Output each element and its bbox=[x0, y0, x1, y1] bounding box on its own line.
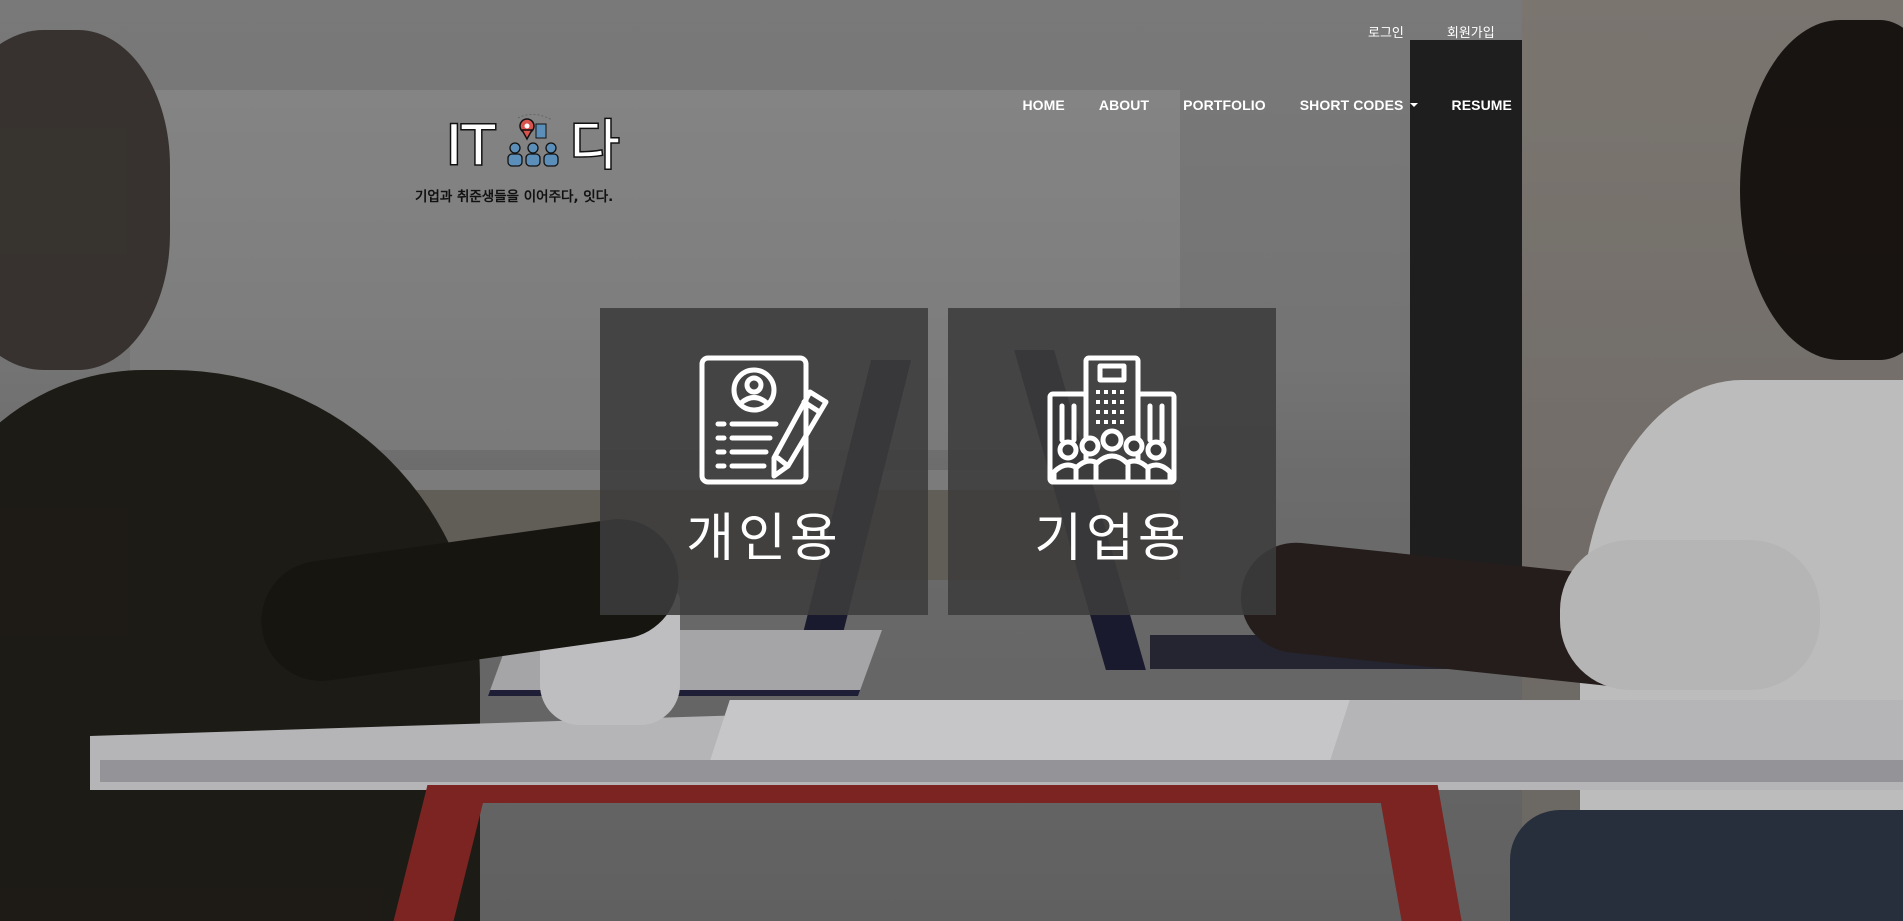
office-building-people-icon bbox=[1047, 355, 1177, 485]
nav-resume-label: RESUME bbox=[1451, 97, 1512, 113]
nav-about-label: ABOUT bbox=[1098, 97, 1150, 113]
main-nav: HOME ABOUT PORTFOLIO SHORT CODES RESUME bbox=[1022, 97, 1512, 113]
caret-down-icon bbox=[1409, 103, 1418, 107]
logo-tagline: 기업과 취준생들을 이어주다, 잇다. bbox=[415, 189, 614, 205]
nav-portfolio[interactable]: PORTFOLIO bbox=[1183, 97, 1266, 113]
nav-portfolio-label: PORTFOLIO bbox=[1183, 97, 1266, 113]
personal-user-card[interactable]: 개인용 bbox=[600, 308, 928, 615]
logo-text-it: IT bbox=[446, 114, 496, 174]
resume-document-pencil-icon bbox=[699, 355, 829, 485]
logo-mark-icon: IT 다 bbox=[445, 113, 622, 175]
nav-short-codes[interactable]: SHORT CODES bbox=[1300, 97, 1418, 113]
top-utility-links: 로그인 회원가입 bbox=[1368, 22, 1495, 41]
nav-home-label: HOME bbox=[1022, 97, 1065, 113]
company-user-card[interactable]: 기업용 bbox=[948, 308, 1276, 615]
nav-home[interactable]: HOME bbox=[1022, 97, 1064, 113]
nav-resume[interactable]: RESUME bbox=[1452, 97, 1513, 113]
nav-short-codes-label: SHORT CODES bbox=[1299, 97, 1404, 113]
personal-card-label: 개인용 bbox=[686, 509, 842, 569]
site-logo[interactable]: IT 다 기업과 취준생들을 이어주다, 잇다. bbox=[415, 110, 635, 206]
company-card-label: 기업용 bbox=[1034, 509, 1190, 569]
signup-link[interactable]: 회원가입 bbox=[1447, 22, 1495, 41]
logo-text-da: 다 bbox=[570, 114, 620, 174]
nav-about[interactable]: ABOUT bbox=[1099, 97, 1149, 113]
login-link[interactable]: 로그인 bbox=[1368, 22, 1404, 41]
